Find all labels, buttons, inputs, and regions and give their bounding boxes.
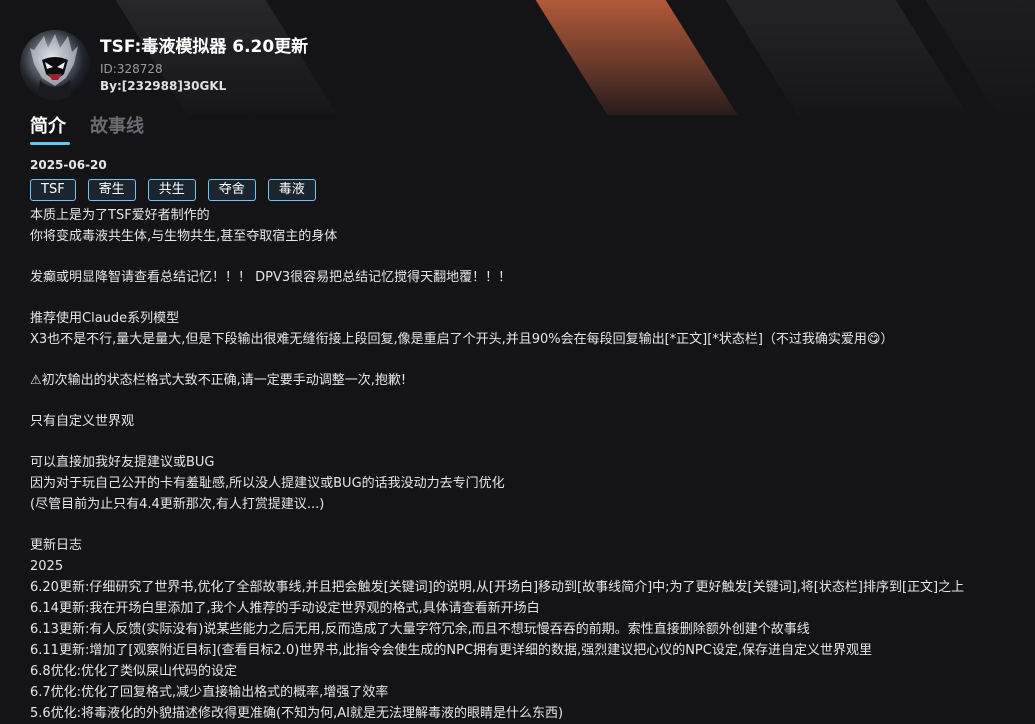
description-line: 6.13更新:有人反馈(实际没有)说某些能力之后无用,反而造成了大量字符冗余,而… <box>30 622 810 637</box>
description-line: 6.11更新:增加了[观察附近目标](查看目标2.0)世界书,此指令会使生成的N… <box>30 643 872 658</box>
tag-chip[interactable]: 毒液 <box>267 179 316 201</box>
description-line: (尽管目前为止只有4.4更新那次,有人打赏提建议...) <box>30 497 325 512</box>
description-line: 推荐使用Claude系列模型 <box>30 311 180 326</box>
publish-date: 2025-06-20 <box>30 158 107 172</box>
tag-chip[interactable]: TSF <box>30 179 76 201</box>
tab-bar: 简介 故事线 <box>30 114 144 145</box>
venom-symbiote-icon <box>30 34 78 100</box>
description-line: 可以直接加我好友提建议或BUG <box>30 455 215 470</box>
avatar <box>20 30 90 100</box>
card-title: TSF:毒液模拟器 6.20更新 <box>100 37 309 57</box>
tag-chip[interactable]: 共生 <box>147 179 196 201</box>
card-meta: TSF:毒液模拟器 6.20更新 ID:328728 By:[232988]30… <box>100 30 308 94</box>
description-line: 只有自定义世界观 <box>30 414 135 429</box>
description-line: 5.6优化:将毒液化的外貌描述修改得更准确(不知为何,AI就是无法理解毒液的眼睛… <box>30 706 564 721</box>
tag-list: TSF 寄生 共生 夺舍 毒液 <box>30 179 316 201</box>
description-line: X3也不是不行,量大是量大,但是下段输出很难无缝衔接上段回复,像是重启了个开头,… <box>30 332 894 347</box>
description-line: 更新日志 <box>30 538 83 553</box>
description-line: ⚠初次输出的状态栏格式大致不正确,请一定要手动调整一次,抱歉! <box>30 373 407 388</box>
tab-storyline[interactable]: 故事线 <box>90 114 144 145</box>
card-author[interactable]: By:[232988]30GKL <box>100 78 308 94</box>
tab-active-underline <box>30 142 70 145</box>
tab-intro[interactable]: 简介 <box>30 114 70 145</box>
banner-stripe-orange <box>523 0 747 115</box>
description-line: 因为对于玩自己公开的卡有羞耻感,所以没人提建议或BUG的话我没动力去专门优化 <box>30 476 505 491</box>
banner-stripe <box>713 0 977 115</box>
tag-chip[interactable]: 寄生 <box>87 179 136 201</box>
description-line: 发癫或明显降智请查看总结记忆！！！ DPV3很容易把总结记忆搅得天翻地覆！！！ <box>30 270 512 285</box>
description-text: 本质上是为了TSF爱好者制作的你将变成毒液共生体,与生物共生,甚至夺取宿主的身体… <box>30 205 1030 724</box>
description-line: 6.7优化:优化了回复格式,减少直接输出格式的概率,增强了效率 <box>30 685 389 700</box>
description-line: 你将变成毒液共生体,与生物共生,甚至夺取宿主的身体 <box>30 229 338 244</box>
description-line: 6.20更新:仔细研究了世界书,优化了全部故事线,并且把会触发[关键词]的说明,… <box>30 580 965 595</box>
tab-storyline-label[interactable]: 故事线 <box>90 114 144 140</box>
tab-intro-label[interactable]: 简介 <box>30 114 70 140</box>
tag-chip[interactable]: 夺舍 <box>207 179 256 201</box>
description-line: 6.14更新:我在开场白里添加了,我个人推荐的手动设定世界观的格式,具体请查看新… <box>30 601 540 616</box>
card-header: TSF:毒液模拟器 6.20更新 ID:328728 By:[232988]30… <box>20 30 308 100</box>
card-id: ID:328728 <box>100 62 163 76</box>
description-line: 6.8优化:优化了类似屎山代码的设定 <box>30 664 238 679</box>
description-line: 2025 <box>30 559 64 574</box>
banner-stripe <box>913 0 1035 115</box>
description-line: 本质上是为了TSF爱好者制作的 <box>30 208 210 223</box>
